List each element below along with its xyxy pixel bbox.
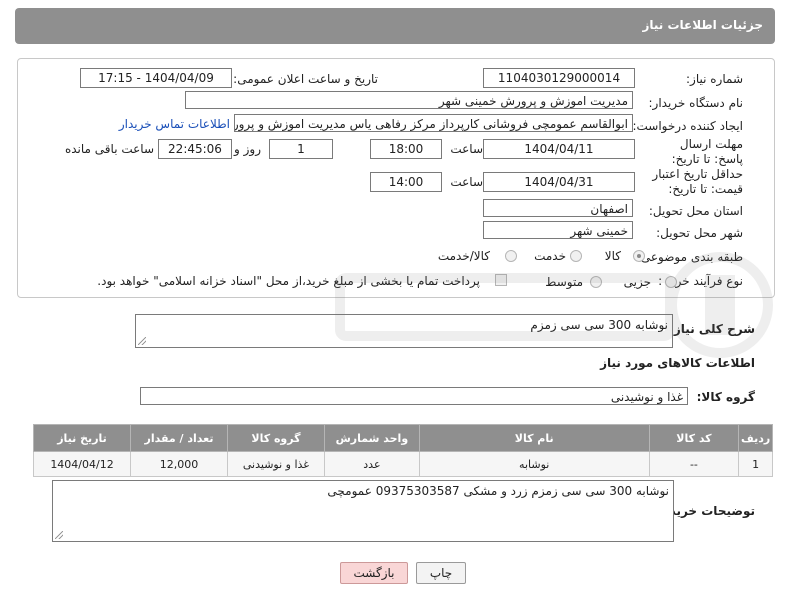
creator-field: ابوالقاسم عمومچی فروشانی کارپرداز مرکز ر… <box>234 114 633 132</box>
goods-table: ردیف کد کالا نام کالا واحد شمارش گروه کا… <box>32 424 773 477</box>
goods-group-field: غذا و نوشیدنی <box>140 387 688 405</box>
price-deadline-label: حداقل تاریخ اعتبار قیمت: تا تاریخ: <box>652 167 743 196</box>
resize-grip-icon[interactable] <box>55 531 63 539</box>
treasury-payment-checkbox[interactable] <box>495 274 507 286</box>
category-label: طبقه بندی موضوعی: <box>636 250 743 264</box>
goods-section-title: اطلاعات کالاهای مورد نیاز <box>600 356 755 370</box>
days-field: 1 <box>269 139 333 159</box>
cell-row-number: 1 <box>738 451 773 477</box>
process-medium-label: متوسط <box>545 275 583 289</box>
days-label: روز و <box>234 142 261 156</box>
province-field: اصفهان <box>483 199 633 217</box>
cell-unit: عدد <box>323 451 420 477</box>
reply-date-field: 1404/04/11 <box>483 139 635 159</box>
price-time-label: ساعت <box>450 175 483 189</box>
category-goods-radio[interactable] <box>633 250 645 262</box>
category-service-label: خدمت <box>534 249 566 263</box>
process-partial-radio[interactable] <box>665 276 677 288</box>
buyer-org-field: مدیریت اموزش و پرورش خمینی شهر <box>185 91 633 109</box>
buyer-notes-textarea[interactable]: نوشابه 300 سی سی زمزم زرد و مشکی 0937530… <box>52 480 674 542</box>
price-date-field: 1404/04/31 <box>483 172 635 192</box>
remaining-time-field: 22:45:06 <box>158 139 232 159</box>
col-unit: واحد شمارش <box>323 424 420 452</box>
cell-goods-code: -- <box>648 451 740 477</box>
need-number-label: شماره نیاز: <box>686 72 743 86</box>
category-goods-label: کالا <box>604 249 621 263</box>
cell-quantity: 12,000 <box>130 451 228 477</box>
announce-label: تاریخ و ساعت اعلان عمومی: <box>233 72 378 86</box>
description-text: نوشابه 300 سی سی زمزم <box>530 318 668 332</box>
reply-time-field: 18:00 <box>370 139 442 159</box>
need-number-field: 1104030129000014 <box>483 68 635 88</box>
remaining-label: ساعت باقی مانده <box>64 142 154 156</box>
reply-time-label: ساعت <box>450 142 483 156</box>
col-goods-name: نام کالا <box>418 424 650 452</box>
category-service-radio[interactable] <box>570 250 582 262</box>
description-label: شرح کلی نیاز: <box>669 322 755 336</box>
process-medium-radio[interactable] <box>590 276 602 288</box>
cell-need-date: 1404/04/12 <box>32 451 132 477</box>
col-row-number: ردیف <box>738 424 773 452</box>
process-partial-label: جزیی <box>623 275 651 289</box>
table-header-row: ردیف کد کالا نام کالا واحد شمارش گروه کا… <box>32 424 773 452</box>
creator-label: ایجاد کننده درخواست: <box>632 119 743 133</box>
print-button[interactable]: چاپ <box>416 562 466 584</box>
col-goods-group: گروه کالا <box>226 424 325 452</box>
col-quantity: تعداد / مقدار <box>130 424 228 452</box>
buyer-notes-text: نوشابه 300 سی سی زمزم زرد و مشکی 0937530… <box>327 484 669 498</box>
goods-group-label: گروه کالا: <box>696 390 755 404</box>
price-time-field: 14:00 <box>370 172 442 192</box>
buyer-org-label: نام دستگاه خریدار: <box>648 96 744 110</box>
cell-goods-name: نوشابه <box>418 451 650 477</box>
back-button[interactable]: بازگشت <box>340 562 408 584</box>
city-label: شهر محل تحویل: <box>656 226 743 240</box>
col-goods-code: کد کالا <box>648 424 740 452</box>
reply-deadline-label: مهلت ارسال پاسخ: تا تاریخ: <box>671 137 743 166</box>
resize-grip-icon[interactable] <box>138 337 146 345</box>
category-both-radio[interactable] <box>505 250 517 262</box>
page-header: جزئیات اطلاعات نیاز <box>15 8 775 44</box>
table-row[interactable]: 1 -- نوشابه عدد غذا و نوشیدنی 12,000 140… <box>32 451 773 477</box>
page-title: جزئیات اطلاعات نیاز <box>642 18 763 32</box>
province-label: استان محل تحویل: <box>648 204 743 218</box>
col-need-date: تاریخ نیاز <box>32 424 132 452</box>
announce-datetime-field: 1404/04/09 - 17:15 <box>80 68 232 88</box>
contact-buyer-link[interactable]: اطلاعات تماس خریدار <box>119 117 230 131</box>
category-both-label: کالا/خدمت <box>437 249 490 263</box>
cell-goods-group: غذا و نوشیدنی <box>226 451 325 477</box>
treasury-payment-note: پرداخت تمام یا بخشی از مبلغ خرید،از محل … <box>97 274 480 288</box>
city-field: خمینی شهر <box>483 221 633 239</box>
description-textarea[interactable]: نوشابه 300 سی سی زمزم <box>135 314 673 348</box>
